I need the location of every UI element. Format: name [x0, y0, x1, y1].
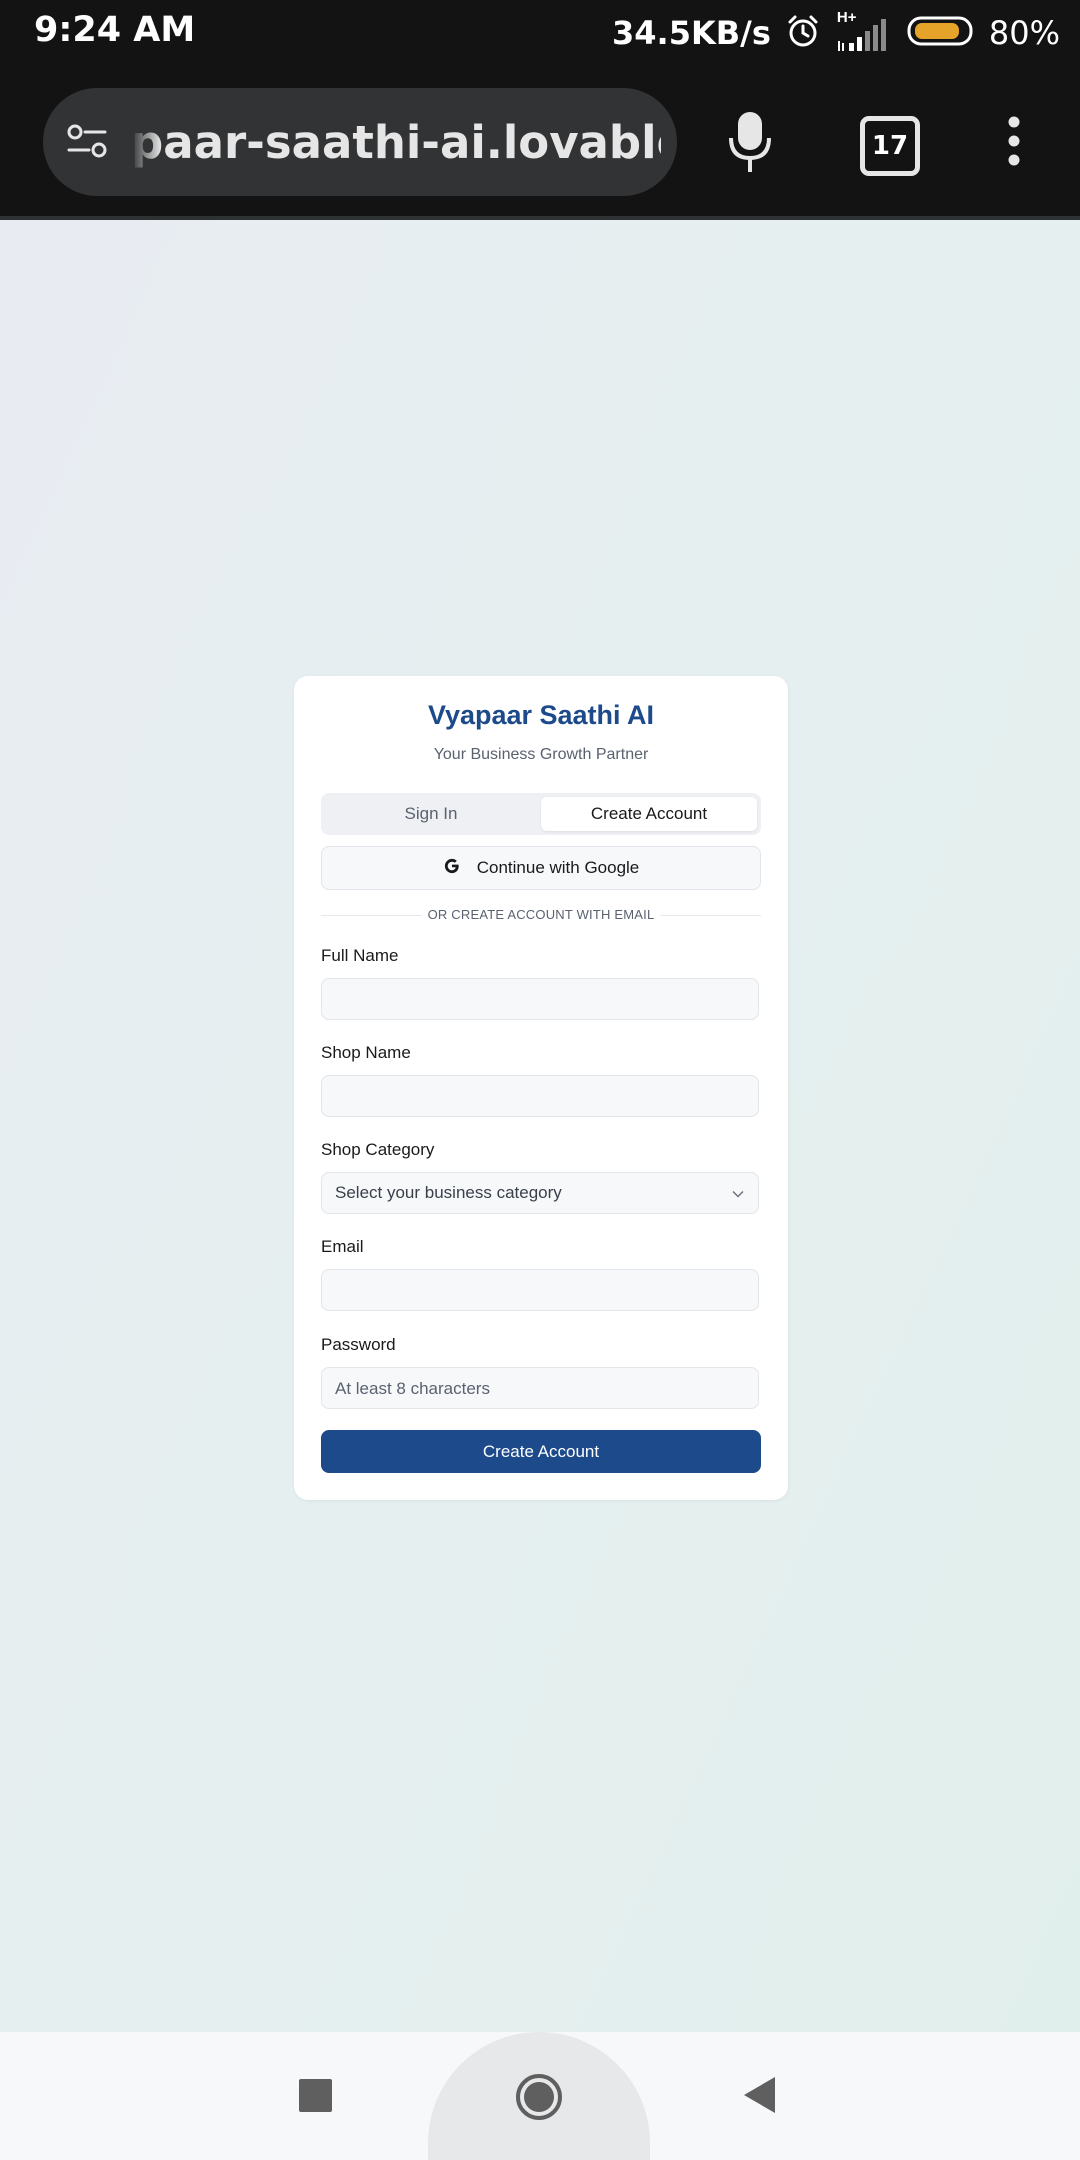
shop-name-label: Shop Name — [321, 1043, 411, 1062]
battery-percent: 80% — [988, 14, 1060, 52]
shop-category-select[interactable]: Select your business category — [321, 1172, 759, 1214]
tab-sign-in[interactable]: Sign In — [325, 797, 537, 831]
full-name-input[interactable] — [321, 978, 759, 1020]
app-title: Vyapaar Saathi AI — [427, 700, 655, 730]
shop-category-value: Select your business category — [335, 1183, 562, 1202]
address-bar[interactable]: paar-saathi-ai.lovable.app — [43, 88, 677, 196]
create-account-button[interactable]: Create Account — [321, 1430, 761, 1473]
email-label: Email — [321, 1237, 364, 1256]
full-name-label: Full Name — [321, 946, 399, 965]
home-button[interactable] — [514, 2072, 564, 2127]
divider-label: OR CREATE ACCOUNT WITH EMAIL — [294, 906, 788, 924]
app-subtitle: Your Business Growth Partner — [433, 746, 649, 763]
status-icons: 34.5KB/s H+ 80% — [612, 8, 1060, 58]
google-icon — [443, 857, 461, 880]
google-signin-button[interactable]: Continue with Google — [321, 846, 761, 890]
page-background: Vyapaar Saathi AI Your Business Growth P… — [0, 220, 1080, 2032]
shop-name-input[interactable] — [321, 1075, 759, 1117]
chevron-down-icon — [732, 1172, 744, 1214]
password-input[interactable]: At least 8 characters — [321, 1367, 759, 1409]
email-input[interactable] — [321, 1269, 759, 1311]
password-label: Password — [321, 1335, 396, 1354]
back-button[interactable] — [742, 2076, 776, 2119]
status-bar: 9:24 AM 34.5KB/s H+ 80% — [0, 0, 1080, 66]
divider-text: OR CREATE ACCOUNT WITH EMAIL — [421, 907, 661, 922]
signal-icon: H+ — [835, 9, 893, 53]
tab-create-account[interactable]: Create Account — [541, 797, 757, 831]
browser-toolbar: paar-saathi-ai.lovable.app 17 — [0, 66, 1080, 220]
tab-switcher-button[interactable]: 17 — [860, 116, 920, 176]
url-text: paar-saathi-ai.lovable.app — [131, 116, 661, 169]
network-speed: 34.5KB/s — [612, 14, 771, 52]
google-button-label: Continue with Google — [476, 858, 640, 877]
system-nav-bar — [0, 2032, 1080, 2160]
site-settings-icon[interactable] — [65, 120, 109, 169]
shop-category-label: Shop Category — [321, 1140, 435, 1159]
alarm-icon — [785, 13, 821, 54]
url-fade — [131, 108, 161, 178]
status-time: 9:24 AM — [34, 10, 196, 50]
auth-tabs: Sign In Create Account — [321, 793, 761, 835]
battery-icon — [907, 15, 975, 52]
microphone-icon[interactable] — [728, 110, 772, 179]
auth-card: Vyapaar Saathi AI Your Business Growth P… — [294, 676, 788, 1500]
more-menu-icon[interactable] — [1006, 116, 1022, 171]
recents-button[interactable] — [299, 2079, 332, 2112]
